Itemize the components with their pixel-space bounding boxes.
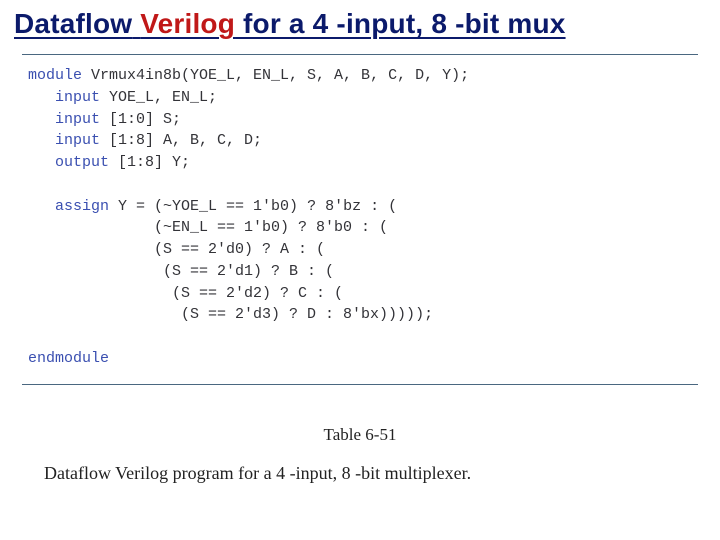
title-word-dataflow: Dataflow: [14, 8, 132, 39]
code-assign-l6: (S == 2'd3) ? D : 8'bx)))));: [28, 306, 433, 323]
kw-assign: assign: [55, 198, 109, 215]
code-input3: [1:8] A, B, C, D;: [100, 132, 262, 149]
kw-output: output: [55, 154, 109, 171]
code-assign-l5: (S == 2'd2) ? C : (: [28, 285, 343, 302]
kw-input: input: [55, 89, 100, 106]
kw-module: module: [28, 67, 82, 84]
slide-title: Dataflow Verilog for a 4 -input, 8 -bit …: [14, 8, 706, 40]
code-assign-l3: (S == 2'd0) ? A : (: [28, 241, 325, 258]
kw-input: input: [55, 132, 100, 149]
title-rest: for a 4 -input, 8 -bit mux: [235, 8, 566, 39]
code-output1: [1:8] Y;: [109, 154, 190, 171]
code-assign-l1: Y = (~YOE_L == 1'b0) ? 8'bz : (: [109, 198, 397, 215]
verilog-code: module Vrmux4in8b(YOE_L, EN_L, S, A, B, …: [28, 65, 692, 370]
code-assign-l4: (S == 2'd1) ? B : (: [28, 263, 334, 280]
figure-caption: Dataflow Verilog program for a 4 -input,…: [14, 463, 706, 484]
code-input2: [1:0] S;: [100, 111, 181, 128]
kw-input: input: [55, 111, 100, 128]
caption-wrap: Table 6-51 Dataflow Verilog program for …: [14, 425, 706, 484]
code-module-decl: Vrmux4in8b(YOE_L, EN_L, S, A, B, C, D, Y…: [82, 67, 469, 84]
code-assign-l2: (~EN_L == 1'b0) ? 8'b0 : (: [28, 219, 388, 236]
slide: Dataflow Verilog for a 4 -input, 8 -bit …: [0, 0, 720, 540]
code-input1: YOE_L, EN_L;: [100, 89, 217, 106]
table-label: Table 6-51: [14, 425, 706, 445]
title-word-verilog: Verilog: [140, 8, 235, 39]
kw-endmodule: endmodule: [28, 350, 109, 367]
code-block: module Vrmux4in8b(YOE_L, EN_L, S, A, B, …: [22, 54, 698, 385]
